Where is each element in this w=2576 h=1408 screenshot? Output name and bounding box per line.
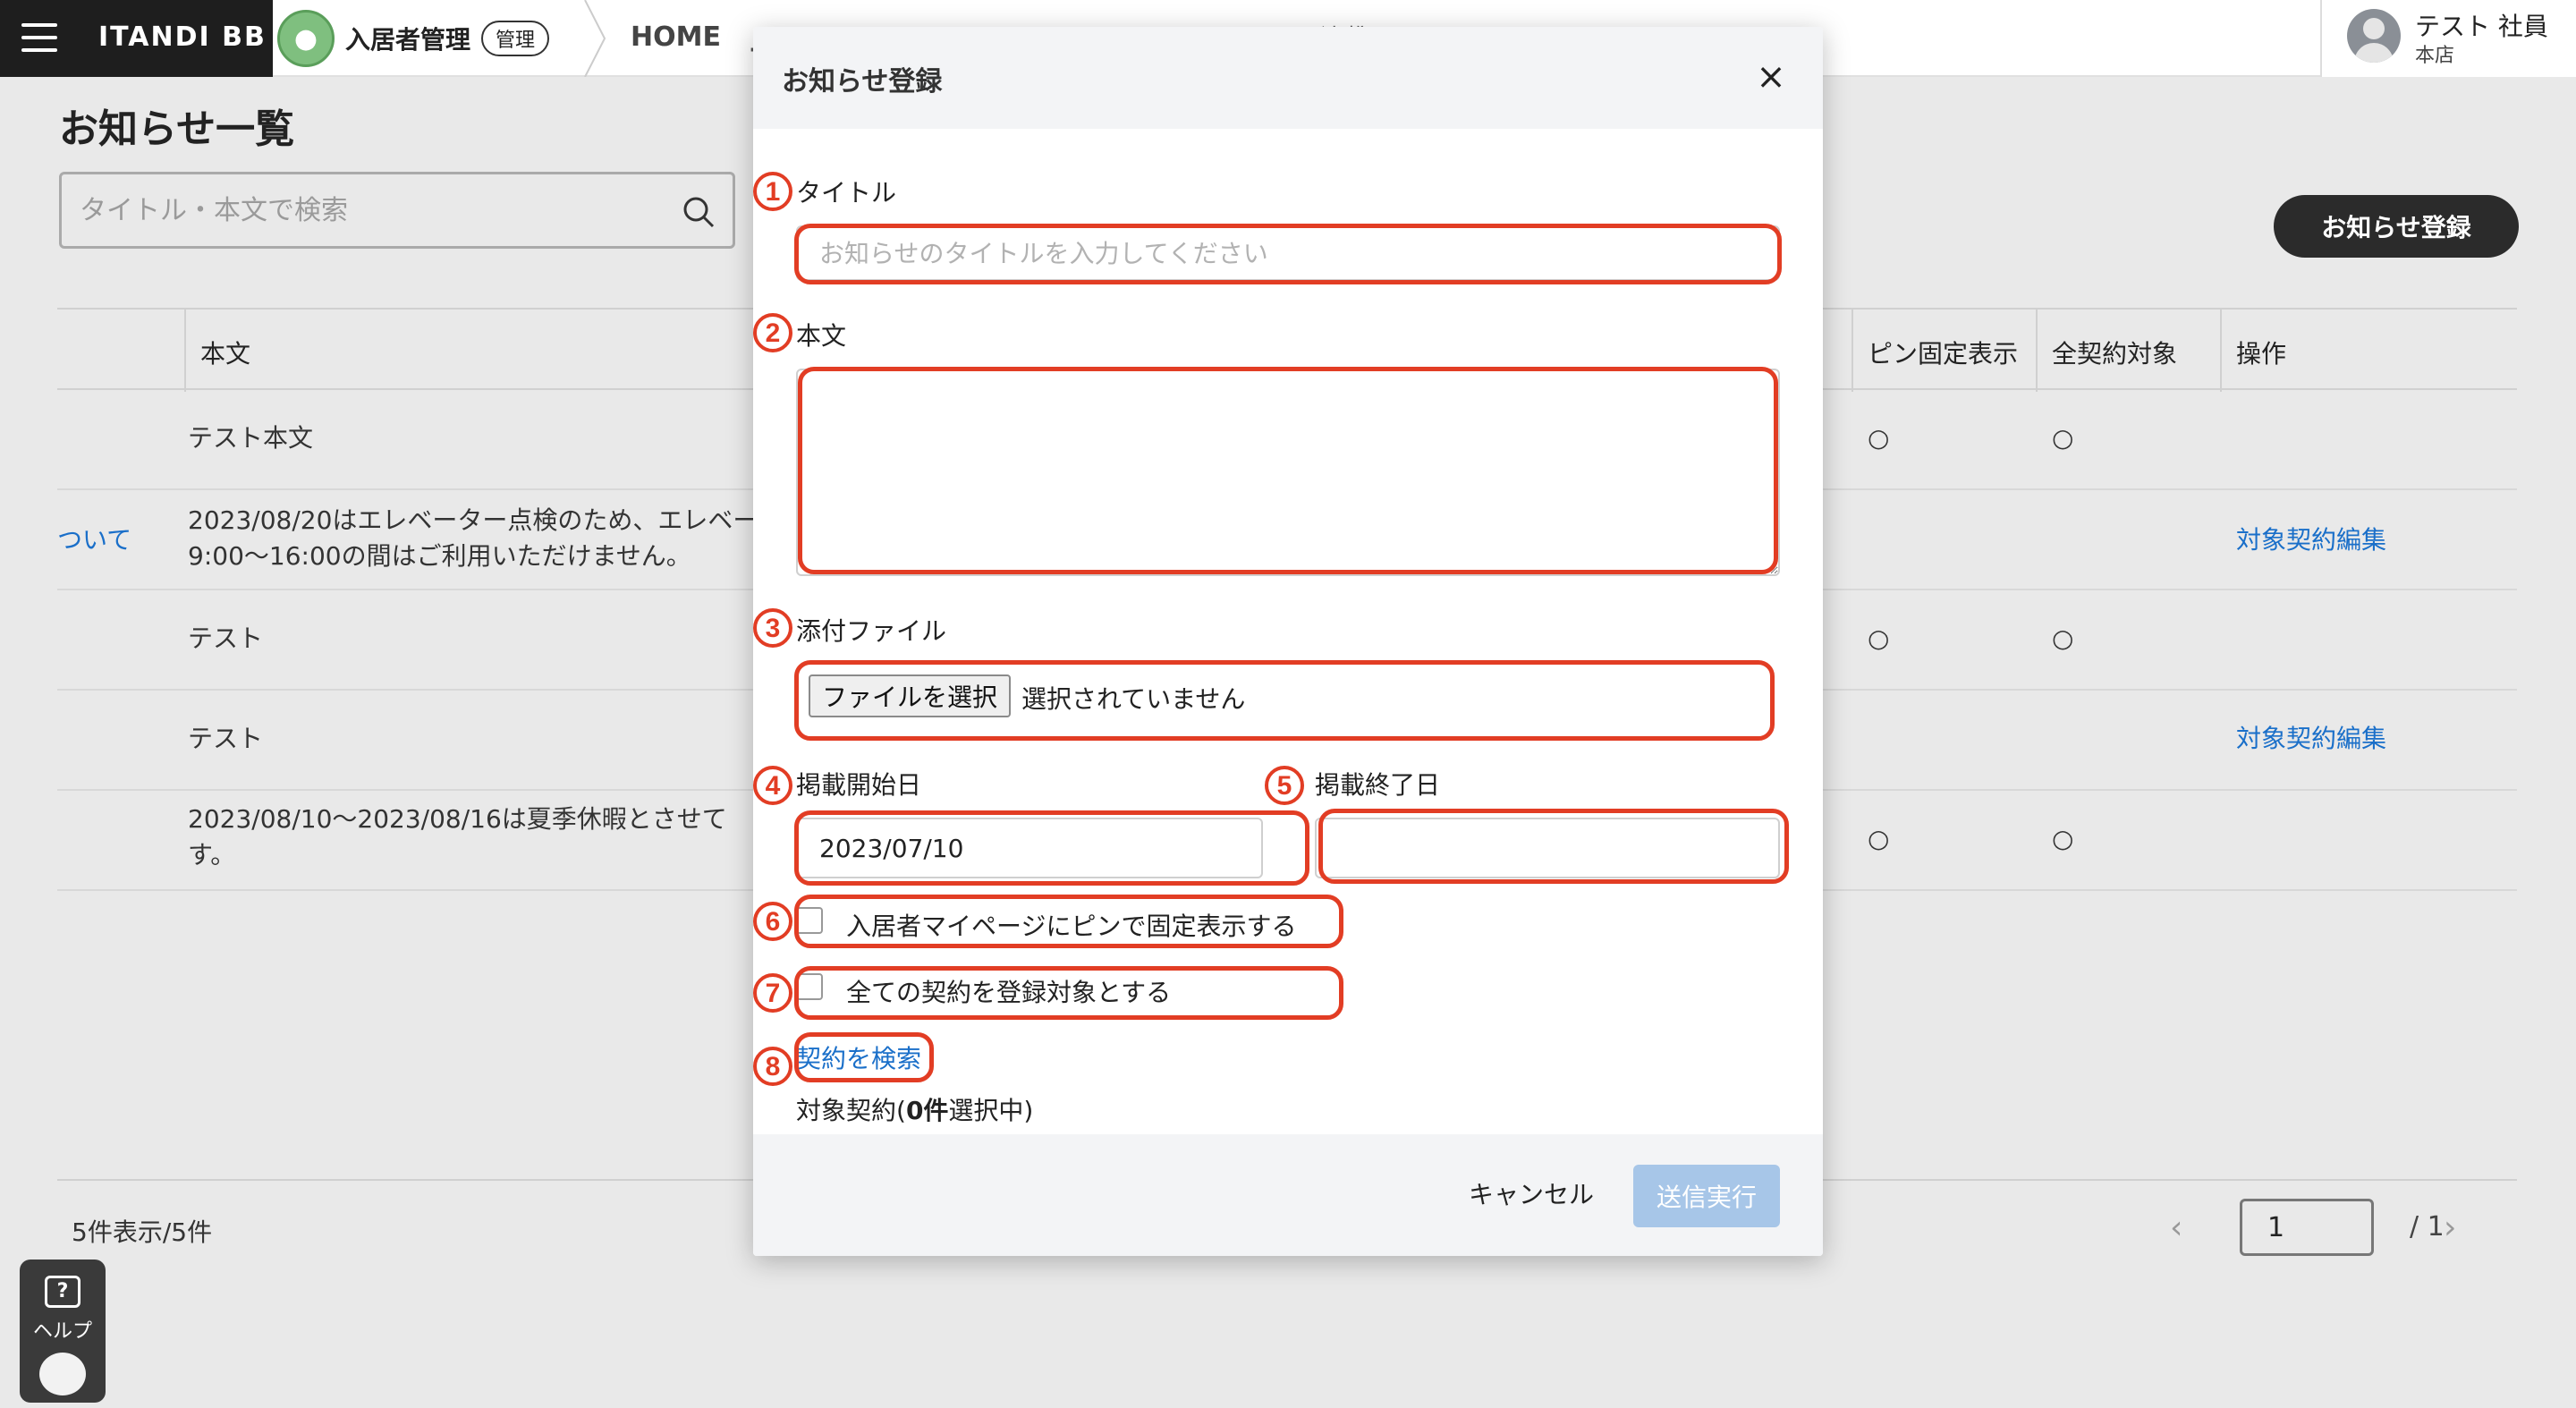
annotation-number: 6 <box>753 902 792 941</box>
title-label: タイトル <box>796 178 897 208</box>
modal-title: お知らせ登録 <box>782 66 943 98</box>
file-status: 選択されていません <box>1021 684 1246 714</box>
cancel-button[interactable]: キャンセル <box>1469 1175 1594 1211</box>
choose-file-button[interactable]: ファイルを選択 <box>809 674 1011 717</box>
annotation-number: 5 <box>1265 766 1304 805</box>
submit-button[interactable]: 送信実行 <box>1633 1165 1780 1227</box>
end-date-input[interactable] <box>1315 818 1780 878</box>
annotation-number: 8 <box>753 1047 792 1086</box>
target-prefix: 対象契約( <box>796 1096 906 1125</box>
pin-checkbox[interactable] <box>796 907 823 934</box>
annotation-number: 1 <box>753 172 792 211</box>
attachment-label: 添付ファイル <box>796 616 947 646</box>
annotation-number: 3 <box>753 608 792 648</box>
annotation-number: 2 <box>753 313 792 352</box>
end-date-label: 掲載終了日 <box>1315 770 1441 800</box>
target-count-value: 0件 <box>905 1096 949 1125</box>
target-suffix: 選択中) <box>948 1096 1034 1125</box>
body-label: 本文 <box>796 321 847 351</box>
annotation-number: 7 <box>753 973 792 1013</box>
modal-footer: キャンセル 送信実行 <box>753 1134 1823 1256</box>
close-icon[interactable]: × <box>1753 59 1789 95</box>
notice-register-modal: お知らせ登録 × タイトル 本文 添付ファイル ファイルを選択 選択されていませ… <box>753 27 1823 1256</box>
all-contracts-checkbox[interactable] <box>796 973 823 1000</box>
body-textarea[interactable] <box>796 369 1780 576</box>
start-date-input[interactable] <box>796 818 1263 878</box>
annotation-number: 4 <box>753 766 792 805</box>
search-contract-link[interactable]: 契約を検索 <box>796 1039 921 1075</box>
target-contract-count: 対象契約(0件選択中) <box>796 1091 1033 1127</box>
modal-header: お知らせ登録 × <box>753 27 1823 129</box>
title-input[interactable] <box>796 225 1780 281</box>
pin-checkbox-label[interactable]: 入居者マイページにピンで固定表示する <box>846 907 1296 943</box>
start-date-label: 掲載開始日 <box>796 770 922 800</box>
all-contracts-checkbox-label[interactable]: 全ての契約を登録対象とする <box>846 973 1171 1009</box>
